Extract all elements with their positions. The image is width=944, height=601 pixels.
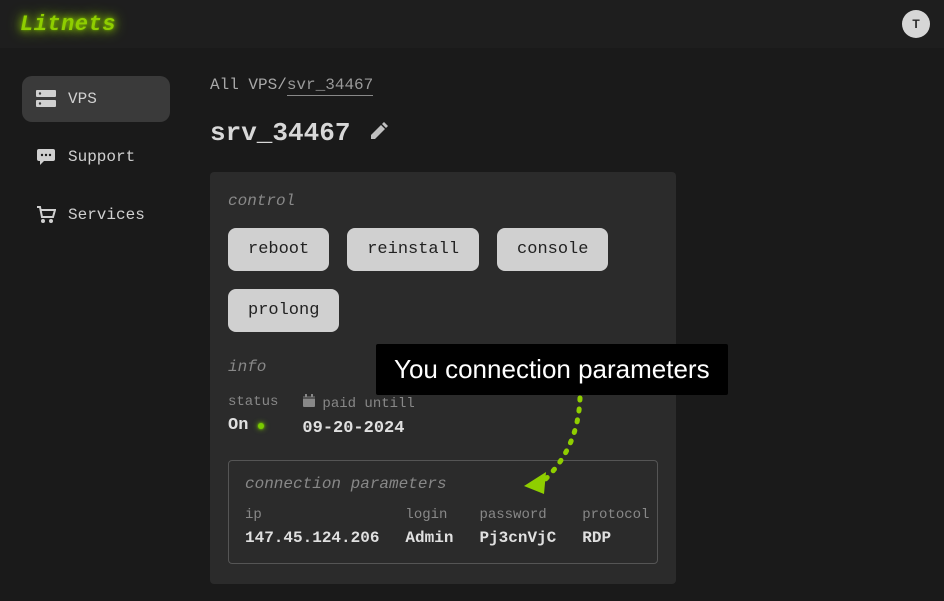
reboot-button[interactable]: reboot xyxy=(228,228,329,271)
topbar: Litnets T xyxy=(0,0,944,48)
status-dot-icon xyxy=(258,423,264,429)
sidebar-item-vps[interactable]: VPS xyxy=(22,76,170,122)
breadcrumb-sep: / xyxy=(277,76,287,94)
avatar[interactable]: T xyxy=(902,10,930,38)
sidebar: VPS Support Serv xyxy=(0,48,180,594)
password-label: password xyxy=(479,507,556,523)
status-value: On xyxy=(228,416,248,435)
login-value: Admin xyxy=(405,529,453,547)
callout-annotation: You connection parameters xyxy=(376,344,728,395)
control-section-label: control xyxy=(228,192,658,210)
ip-value: 147.45.124.206 xyxy=(245,529,379,547)
console-button[interactable]: console xyxy=(497,228,608,271)
page-title: srv_34467 xyxy=(210,118,350,148)
brand-logo[interactable]: Litnets xyxy=(20,12,116,37)
sidebar-item-services[interactable]: Services xyxy=(22,192,170,238)
main-content: All VPS/svr_34467 srv_34467 control rebo… xyxy=(180,48,944,594)
reinstall-button[interactable]: reinstall xyxy=(347,228,479,271)
protocol-value: RDP xyxy=(582,529,649,547)
chat-icon xyxy=(36,148,56,166)
paid-until-value: 09-20-2024 xyxy=(302,419,414,438)
sidebar-item-support[interactable]: Support xyxy=(22,134,170,180)
ip-label: ip xyxy=(245,507,379,523)
cart-icon xyxy=(36,206,56,224)
breadcrumb-current: svr_34467 xyxy=(287,76,373,96)
paid-until-label: paid untill xyxy=(322,396,414,412)
sidebar-item-label: VPS xyxy=(68,90,97,108)
prolong-button[interactable]: prolong xyxy=(228,289,339,332)
sidebar-item-label: Support xyxy=(68,148,135,166)
protocol-label: protocol xyxy=(582,507,649,523)
sidebar-item-label: Services xyxy=(68,206,145,224)
arrow-annotation-icon xyxy=(510,392,600,502)
breadcrumb: All VPS/svr_34467 xyxy=(210,76,914,94)
calendar-icon xyxy=(302,394,316,413)
password-value: Pj3cnVjC xyxy=(479,529,556,547)
status-label: status xyxy=(228,394,278,410)
login-label: login xyxy=(405,507,453,523)
edit-icon[interactable] xyxy=(368,120,390,147)
breadcrumb-root[interactable]: All VPS xyxy=(210,76,277,94)
server-icon xyxy=(36,90,56,108)
